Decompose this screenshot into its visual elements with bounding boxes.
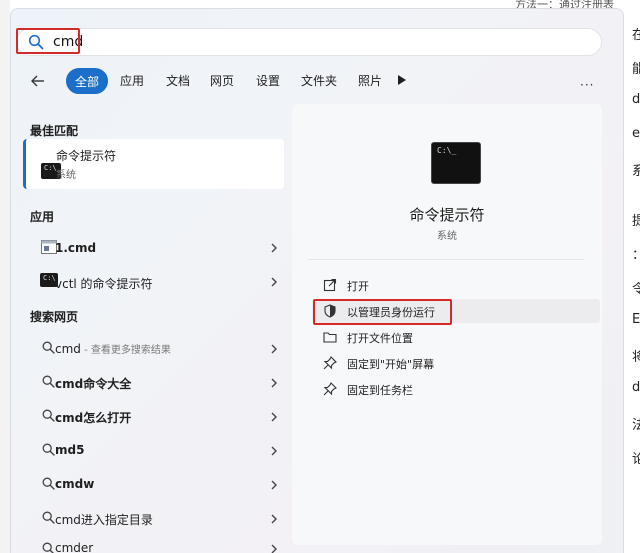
- action-open[interactable]: 打开: [312, 273, 600, 297]
- background-char: do: [632, 92, 640, 107]
- app-result-label: 1.cmd: [55, 241, 97, 255]
- chevron-right-icon[interactable]: [270, 479, 278, 491]
- search-box[interactable]: [16, 28, 602, 56]
- filter-chip-web[interactable]: 网页: [204, 68, 240, 94]
- detail-subtitle: 系统: [437, 231, 457, 242]
- background-char: 令: [632, 282, 640, 297]
- background-char: 系: [632, 164, 640, 179]
- search-icon: [42, 542, 54, 553]
- search-icon: [42, 511, 55, 524]
- best-match-heading: 最佳匹配: [30, 124, 79, 138]
- background-char: ev: [632, 126, 640, 141]
- web-search-heading: 搜索网页: [30, 310, 79, 324]
- action-pin-to-start-label: 固定到"开始"屏幕: [347, 358, 435, 371]
- background-char: 在: [632, 28, 640, 43]
- action-open-label: 打开: [347, 280, 369, 293]
- app-result-label: vctl 的命令提示符: [55, 277, 153, 291]
- chevron-right-icon[interactable]: [270, 411, 278, 423]
- pin-icon: [323, 382, 337, 396]
- web-result-term: cmd: [55, 342, 81, 356]
- search-icon: [42, 477, 55, 490]
- chevron-right-icon[interactable]: [270, 343, 278, 355]
- action-pin-to-taskbar-label: 固定到任务栏: [347, 384, 413, 397]
- web-result-label: md5: [55, 443, 85, 457]
- web-result-label: cmd怎么打开: [55, 411, 132, 425]
- background-char: E: [632, 312, 640, 327]
- command-prompt-icon: C:\_: [431, 142, 481, 184]
- best-match-subtitle: 系统: [56, 170, 76, 181]
- action-open-file-location-label: 打开文件位置: [347, 332, 413, 345]
- run-as-admin-annotation-box: [313, 299, 452, 325]
- web-result-label: cmd - 查看更多搜索结果: [55, 341, 171, 356]
- best-match-title: 命令提示符: [56, 149, 117, 163]
- detail-divider: [308, 259, 584, 260]
- filter-chip-settings[interactable]: 设置: [250, 68, 286, 94]
- background-char: 提: [632, 214, 640, 229]
- folder-icon: [323, 332, 337, 343]
- chevron-right-icon[interactable]: [270, 242, 278, 254]
- web-result-label: cmd进入指定目录: [55, 513, 153, 527]
- play-icon[interactable]: [397, 74, 407, 86]
- action-pin-to-start[interactable]: 固定到"开始"屏幕: [312, 351, 600, 375]
- web-result-label: cmder: [55, 541, 94, 553]
- apps-heading: 应用: [30, 210, 55, 224]
- background-char: 能: [632, 62, 640, 77]
- chevron-right-icon[interactable]: [270, 543, 278, 553]
- background-char: 将: [632, 350, 640, 365]
- web-result-label: cmd命令大全: [55, 377, 132, 391]
- background-article-text: 在 能 do ev 系 提 ： 令 E 将 d 法 论: [624, 0, 640, 553]
- open-external-icon: [323, 278, 337, 292]
- filter-chip-all[interactable]: 全部: [66, 68, 108, 94]
- action-open-file-location[interactable]: 打开文件位置: [312, 325, 600, 349]
- search-annotation-box: [16, 28, 80, 54]
- filter-chip-photos[interactable]: 照片: [352, 68, 388, 94]
- background-char: ：: [632, 244, 640, 263]
- pin-icon: [323, 356, 337, 370]
- filter-chip-apps[interactable]: 应用: [114, 68, 150, 94]
- search-icon: [42, 443, 55, 456]
- action-pin-to-taskbar[interactable]: 固定到任务栏: [312, 377, 600, 401]
- back-arrow-icon[interactable]: [29, 72, 47, 90]
- search-icon: [42, 409, 55, 422]
- search-icon: [42, 375, 55, 388]
- search-icon: [42, 341, 55, 354]
- chevron-right-icon[interactable]: [270, 377, 278, 389]
- chevron-right-icon[interactable]: [270, 445, 278, 457]
- background-left-edge: [0, 0, 10, 553]
- web-result-hint: - 查看更多搜索结果: [80, 345, 171, 356]
- filter-chip-documents[interactable]: 文档: [160, 68, 196, 94]
- filter-chip-folders[interactable]: 文件夹: [296, 68, 342, 94]
- chevron-right-icon[interactable]: [270, 513, 278, 525]
- detail-title: 命令提示符: [409, 206, 485, 224]
- web-result-label: cmdw: [55, 477, 95, 491]
- background-char: d: [632, 380, 640, 395]
- background-char: 论: [632, 452, 640, 467]
- more-options-icon[interactable]: ···: [580, 78, 594, 92]
- background-char: 法: [632, 418, 640, 433]
- chevron-right-icon[interactable]: [270, 276, 278, 288]
